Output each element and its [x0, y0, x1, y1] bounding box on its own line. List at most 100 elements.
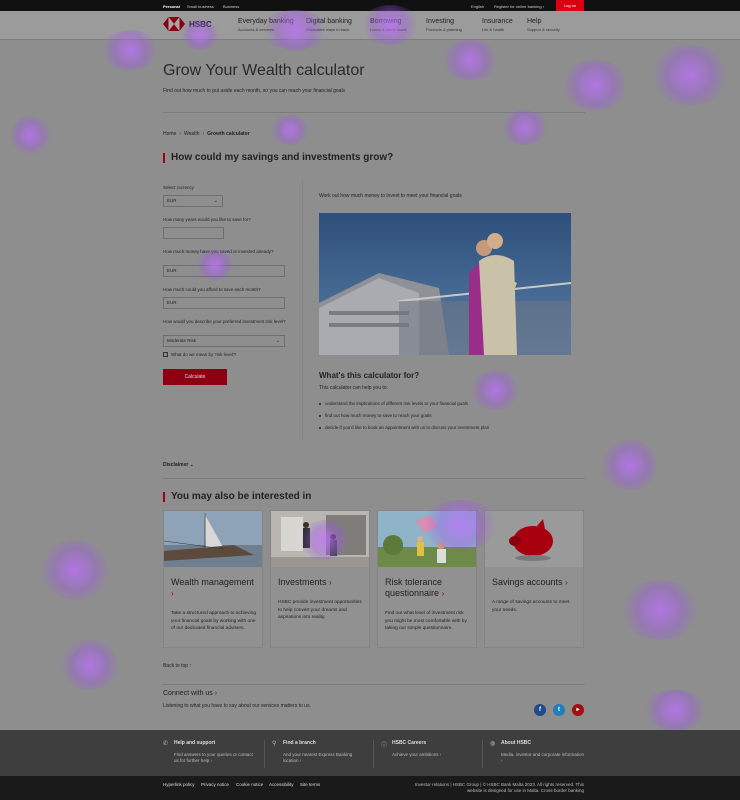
card-title: Savings accounts › [492, 577, 568, 587]
connect-text: Listening to what you have to say about … [163, 703, 311, 709]
segment-small-business[interactable]: Small business [187, 4, 214, 9]
card-title: Investments › [278, 577, 332, 587]
footer [0, 730, 740, 776]
accessibility-link[interactable]: Accessibility [269, 782, 294, 787]
cookie-notice-link[interactable]: Cookie notice [236, 782, 263, 787]
nav-digital-banking[interactable]: Digital banking Alternative ways to bank [306, 18, 352, 32]
footer-about[interactable]: ◍ About HSBC Media, investor and corpora… [490, 740, 585, 763]
top-bar: Personal Small business Business English… [0, 0, 740, 11]
list-item: understand the implications of different… [319, 401, 489, 413]
divider [163, 478, 585, 479]
sailing-image [164, 511, 262, 567]
saved-label: How much money have you saved or investe… [163, 249, 274, 254]
chevron-right-icon: › [214, 690, 218, 697]
site-terms-link[interactable]: Site terms [300, 782, 320, 787]
chevron-right-icon: › [441, 589, 445, 598]
breadcrumb-current: Growth calculator [207, 131, 250, 137]
chevron-down-icon: ⌄ [275, 338, 280, 344]
chevron-right-icon: › [565, 578, 568, 587]
chevron-down-icon: ⌄ [213, 198, 218, 204]
calculate-button[interactable]: Calculate [163, 369, 227, 385]
phone-icon: ✆ [163, 741, 169, 747]
years-label: How many years would you like to save fo… [163, 217, 251, 222]
privacy-notice-link[interactable]: Privacy notice [201, 782, 229, 787]
saved-input[interactable]: EUR [163, 265, 285, 277]
register-link[interactable]: Register for online banking › [494, 4, 544, 9]
location-pin-icon: ⚲ [272, 741, 277, 747]
piggy-bank-image [485, 511, 583, 567]
page-title: Grow Your Wealth calculator [163, 62, 365, 79]
risk-select[interactable]: Moderate Risk ⌄ [163, 335, 285, 347]
segment-personal[interactable]: Personal [163, 4, 180, 9]
chevron-right-icon: › [179, 131, 182, 137]
chevron-right-icon: › [329, 578, 332, 587]
footer-help-support[interactable]: ✆ Help and support Find answers to your … [163, 740, 258, 763]
years-input[interactable] [163, 227, 224, 239]
calculator-intro: Work out how much money to invest to mee… [319, 193, 462, 199]
nav-everyday-banking[interactable]: Everyday banking Accounts & services [238, 18, 294, 32]
card-risk-tolerance[interactable]: Risk tolerance questionnaire › Find out … [377, 510, 477, 648]
kite-image [378, 511, 476, 567]
list-item: find out how much money to save to reach… [319, 413, 489, 425]
footer-find-branch[interactable]: ⚲ Find a branch And your nearest Express… [272, 740, 367, 763]
login-button[interactable]: Log on [556, 0, 584, 11]
divider [163, 112, 585, 113]
card-description: HSBC provide investment opportunities to… [278, 600, 362, 620]
chevron-right-icon: › [202, 131, 205, 137]
card-description: Take a structured approach to achieving … [171, 611, 257, 631]
risk-help-link[interactable]: What do we mean by 'risk level'? [163, 352, 236, 357]
card-title: Wealth management › [171, 577, 254, 598]
help-document-icon [163, 352, 168, 357]
globe-icon: ◍ [490, 741, 496, 747]
back-to-top-link[interactable]: Back to top ↑ [163, 663, 192, 669]
currency-label: Select currency [163, 185, 195, 190]
couple-balcony-photo [319, 213, 571, 355]
monthly-input[interactable]: EUR [163, 297, 285, 309]
nav-investing[interactable]: Investing Products & planning [426, 18, 462, 32]
footer-divider [482, 740, 483, 768]
currency-select[interactable]: EUR ⌄ [163, 195, 223, 207]
monthly-label: How much could you afford to save each m… [163, 287, 261, 292]
hsbc-logo[interactable]: HSBC [163, 17, 212, 31]
arrow-up-icon: ↑ [189, 663, 192, 669]
connect-heading[interactable]: Connect with us › [163, 690, 217, 697]
breadcrumb-home[interactable]: Home [163, 131, 176, 137]
nav-help[interactable]: Help Support & security [527, 18, 560, 32]
footer-divider [264, 740, 265, 768]
card-savings-accounts[interactable]: Savings accounts › A range of savings ac… [484, 510, 584, 648]
youtube-icon[interactable]: ▸ [572, 704, 584, 716]
twitter-icon[interactable]: t [553, 704, 565, 716]
legal-bar: Hyperlink policy Privacy notice Cookie n… [0, 776, 740, 800]
breadcrumb-wealth[interactable]: Wealth [184, 131, 199, 137]
facebook-icon[interactable]: f [534, 704, 546, 716]
card-description: Find out what level of investment risk y… [385, 611, 467, 631]
info-icon: ⓘ [381, 743, 388, 749]
divider [163, 684, 585, 685]
risk-label: How would you describe your preferred in… [163, 319, 286, 324]
card-wealth-management[interactable]: Wealth management › Take a structured ap… [163, 510, 263, 648]
benefits-list: understand the implications of different… [319, 401, 489, 437]
card-title: Risk tolerance questionnaire › [385, 577, 445, 598]
footer-divider [373, 740, 374, 768]
page-subtitle: Find out how much to put aside each mont… [163, 88, 346, 94]
interested-heading: You may also be interested in [163, 492, 311, 502]
card-investments[interactable]: Investments › HSBC provide investment op… [270, 510, 370, 648]
breadcrumb: Home › Wealth › Growth calculator [163, 131, 250, 137]
footer-careers[interactable]: ⓘ HSBC Careers Achieve your ambitions › [381, 740, 476, 758]
segment-business[interactable]: Business [223, 4, 239, 9]
card-description: A range of savings accounts to meet your… [492, 600, 570, 613]
calculator-heading: How could my savings and investments gro… [163, 153, 393, 163]
brand-name: HSBC [189, 19, 212, 29]
what-heading: What's this calculator for? [319, 371, 420, 380]
nav-insurance[interactable]: Insurance Life & health [482, 18, 513, 32]
language-selector[interactable]: English [471, 4, 484, 9]
disclaimer-toggle[interactable]: Disclaimer ⌄ [163, 462, 194, 468]
nav-borrowing[interactable]: Borrowing Loans & home loans [370, 18, 406, 32]
hyperlink-policy-link[interactable]: Hyperlink policy [163, 782, 195, 787]
what-intro: This calculator can help you to: [319, 385, 388, 391]
main-navigation: HSBC Everyday banking Accounts & services… [0, 11, 740, 40]
legal-text: Investor relations | HSBC Group | © HSBC… [414, 782, 584, 793]
chevron-right-icon: › [171, 589, 174, 598]
hsbc-hexagon-icon [163, 17, 185, 31]
studio-image [271, 511, 369, 567]
